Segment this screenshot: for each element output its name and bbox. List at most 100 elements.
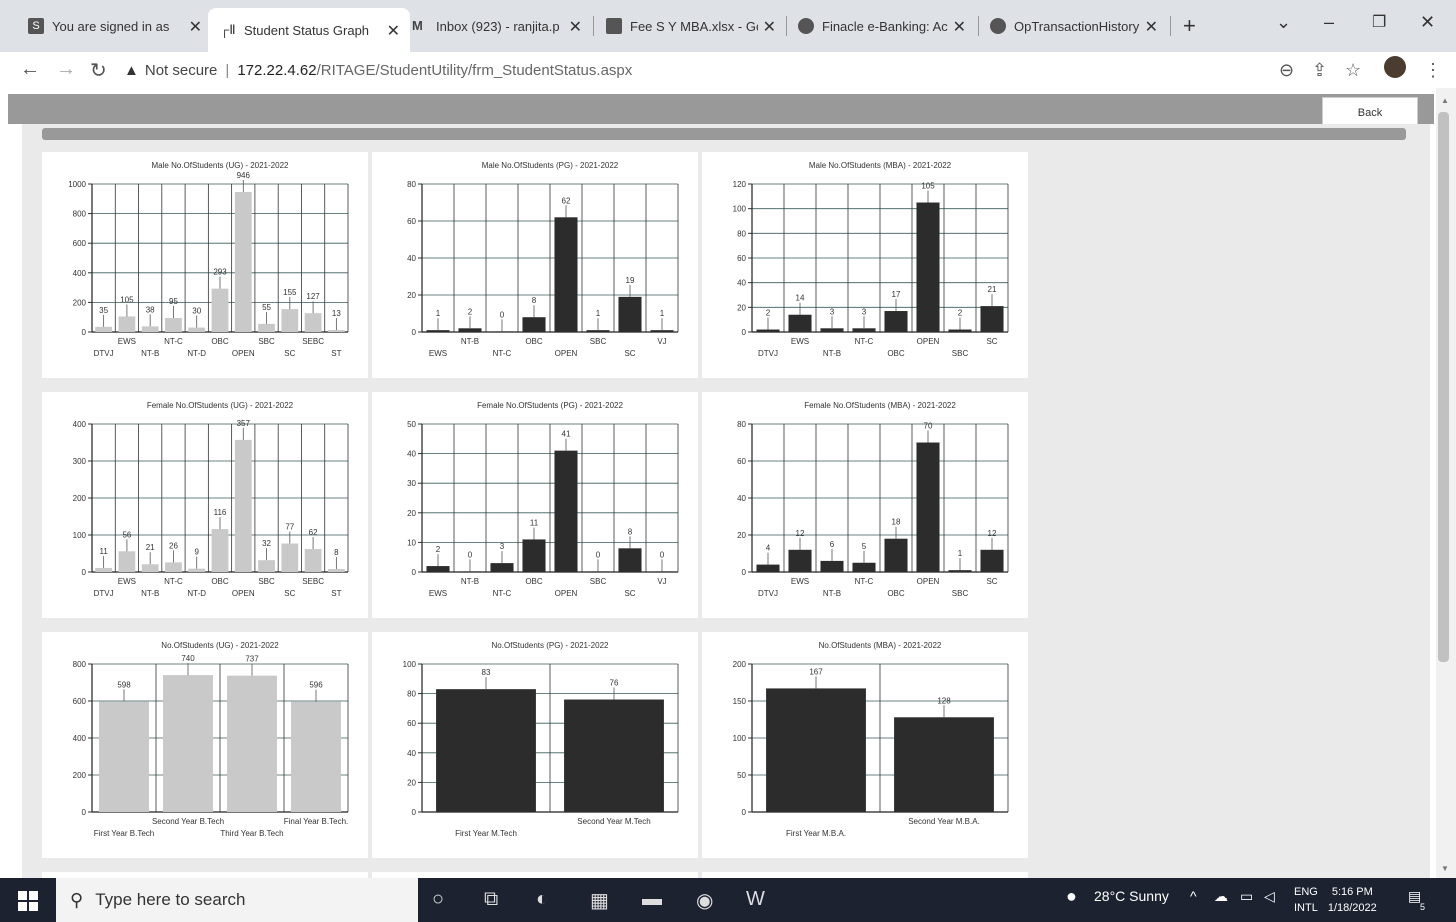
y-tick-label: 60 [737, 254, 746, 263]
windows-start-icon[interactable] [18, 891, 38, 911]
new-tab-button[interactable]: + [1183, 13, 1196, 39]
x-tick-label: NT-B [823, 349, 841, 358]
x-tick-label: SC [624, 349, 635, 358]
bar [258, 323, 275, 332]
bar [234, 439, 252, 572]
x-tick-label: SEBC [302, 577, 324, 586]
bar [554, 450, 578, 572]
y-tick-label: 80 [407, 690, 416, 699]
data-label: 3 [830, 307, 835, 316]
word-icon[interactable]: W [746, 888, 765, 911]
chart-panel: No.OfStudents (MBA) - 2021-2022 0 50 100 150… [702, 632, 1028, 858]
y-tick-label: 0 [742, 808, 747, 817]
onedrive-icon[interactable]: ☁ [1214, 888, 1228, 905]
x-tick-label: First Year B.Tech [94, 829, 154, 838]
data-label: 0 [660, 550, 665, 559]
calculator-icon[interactable]: ▦ [590, 888, 609, 913]
task-view-icon[interactable]: ⧉ [484, 888, 498, 911]
data-label: 740 [181, 654, 195, 663]
x-tick-label: VJ [657, 337, 666, 346]
close-icon[interactable]: ✕ [763, 17, 776, 37]
bar [165, 317, 182, 332]
scrollbar-thumb[interactable] [1438, 112, 1449, 662]
menu-kebab-icon[interactable]: ⋮ [1424, 60, 1442, 81]
tab-fee-sheet[interactable]: Fee S Y MBA.xlsx - Go ✕ [606, 9, 778, 43]
network-icon[interactable]: ▭ [1240, 888, 1253, 905]
data-label: 18 [892, 518, 901, 527]
zoom-icon[interactable]: ⊖ [1279, 60, 1294, 81]
tab-student-status-graph[interactable]: ┌Ⅱ Student Status Graph ✕ [208, 8, 410, 52]
tab-signed-in[interactable]: S You are signed in as E ✕ [28, 9, 204, 43]
weather-text[interactable]: 28°C Sunny [1094, 888, 1169, 904]
y-tick-label: 0 [412, 808, 417, 817]
chart-panel: Male No.OfStudents (MBA) - 2021-2022 0 20 4… [702, 152, 1028, 378]
clock[interactable]: ENG 5:16 PM INTL 1/18/2022 [1294, 884, 1377, 916]
data-label: 155 [283, 288, 297, 297]
x-tick-label: NT-C [493, 589, 512, 598]
gmail-icon: M [412, 18, 423, 33]
tab-inbox[interactable]: M Inbox (923) - ranjita.p ✕ [412, 9, 584, 43]
file-explorer-icon[interactable]: ▬ [642, 888, 662, 911]
chart-male-ug: Male No.OfStudents (UG) - 2021-2022 0 200 4… [68, 161, 349, 358]
address-bar[interactable]: ▲ Not secure | 172.22.4.62 /RITAGE/Stude… [124, 56, 1264, 84]
share-icon[interactable]: ⇪ [1312, 60, 1327, 81]
chart-title: Male No.OfStudents (MBA) - 2021-2022 [809, 161, 952, 170]
scroll-up-arrow-icon[interactable]: ▲ [1441, 96, 1449, 105]
tab-finacle[interactable]: Finacle e-Banking: Ac ✕ [798, 9, 968, 43]
data-label: 32 [262, 539, 271, 548]
x-tick-label: OPEN [917, 337, 940, 346]
tray-chevron-icon[interactable]: ^ [1190, 888, 1197, 904]
bar [894, 717, 994, 812]
y-tick-label: 150 [733, 697, 747, 706]
tab-separator [593, 16, 594, 36]
charts-container: Male No.OfStudents (UG) - 2021-2022 0 200 4… [22, 124, 1430, 880]
taskbar-search[interactable]: ⚲ Type here to search [56, 878, 418, 922]
tab-op-transaction-history[interactable]: OpTransactionHistory ✕ [990, 9, 1160, 43]
data-label: 1 [436, 309, 441, 318]
bookmark-star-icon[interactable]: ☆ [1345, 60, 1361, 81]
bar [118, 316, 136, 332]
profile-avatar[interactable] [1384, 56, 1406, 78]
x-tick-label: OBC [887, 589, 905, 598]
close-window-button[interactable]: ✕ [1420, 12, 1435, 33]
tab-separator [1170, 16, 1171, 36]
y-tick-label: 100 [733, 734, 747, 743]
x-tick-label: SC [986, 577, 997, 586]
volume-icon[interactable]: ◁ [1264, 888, 1275, 905]
x-tick-label: EWS [429, 349, 447, 358]
weather-icon[interactable]: ● [1066, 886, 1077, 907]
reload-icon[interactable]: ↻ [90, 58, 107, 83]
close-icon[interactable]: ✕ [953, 17, 966, 37]
forward-arrow-icon[interactable]: → [56, 58, 76, 81]
x-tick-label: OBC [887, 349, 905, 358]
header-band: Back [8, 94, 1434, 129]
close-icon[interactable]: ✕ [189, 17, 202, 37]
y-tick-label: 400 [73, 734, 87, 743]
back-arrow-icon[interactable]: ← [20, 58, 40, 81]
data-label: 62 [562, 196, 571, 205]
close-icon[interactable]: ✕ [569, 17, 582, 37]
chart-panel: Female No.OfStudents (UG) - 2021-2022 0 10… [42, 392, 368, 618]
data-label: 9 [195, 548, 200, 557]
bar [916, 442, 940, 572]
chrome-icon[interactable]: ◉ [696, 888, 713, 913]
bar [436, 689, 536, 812]
edge-icon[interactable]: ◐ [536, 888, 548, 911]
cortana-icon[interactable]: ○ [432, 888, 444, 911]
y-tick-label: 0 [412, 568, 417, 577]
minimize-button[interactable]: – [1324, 12, 1334, 33]
x-tick-label: SBC [590, 337, 607, 346]
bar [618, 296, 642, 332]
bar [99, 701, 149, 812]
tab-search-chevron-icon[interactable]: ⌄ [1276, 12, 1291, 33]
restore-button[interactable]: ❐ [1372, 12, 1386, 32]
warning-icon[interactable]: ▲ [124, 62, 139, 79]
bar [95, 326, 113, 332]
close-icon[interactable]: ✕ [387, 21, 400, 41]
bar [564, 699, 664, 812]
bar [766, 688, 866, 812]
scroll-down-arrow-icon[interactable]: ▼ [1441, 864, 1449, 873]
y-tick-label: 0 [82, 568, 87, 577]
data-label: 70 [924, 422, 933, 431]
close-icon[interactable]: ✕ [1145, 17, 1158, 37]
